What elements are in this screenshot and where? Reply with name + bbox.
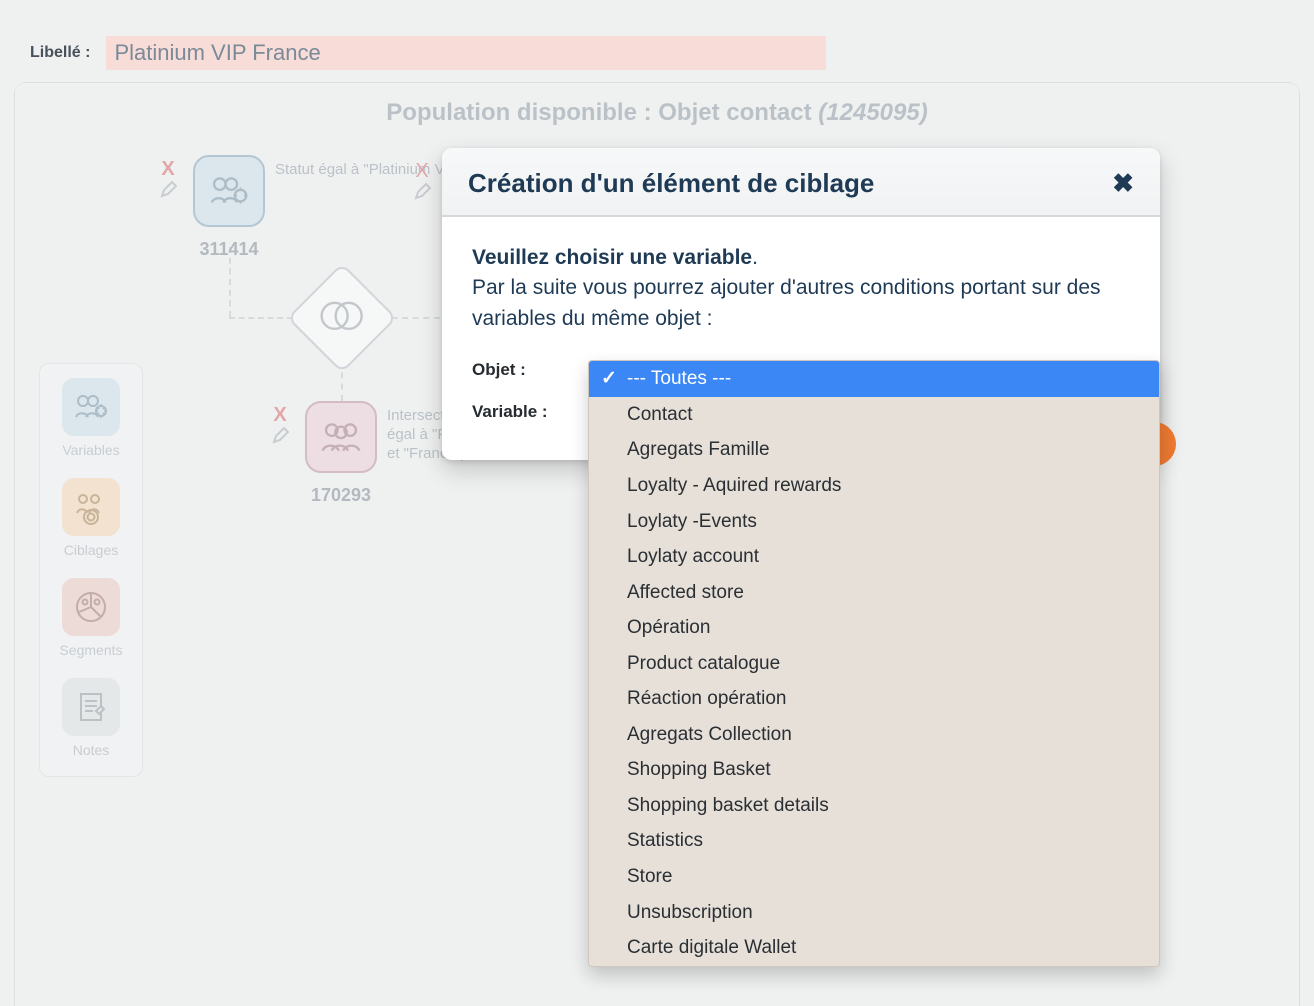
- dropdown-option[interactable]: Agregats Collection: [589, 717, 1159, 753]
- label-variable: Variable :: [472, 402, 568, 422]
- dropdown-option[interactable]: Carte digitale Wallet: [589, 930, 1159, 966]
- population-object: Objet contact: [658, 99, 811, 126]
- venn-icon: [317, 298, 367, 339]
- edit-node-button[interactable]: [413, 183, 431, 201]
- node-controls: X: [271, 405, 289, 445]
- modal-body: Veuillez choisir une variable. Par la su…: [442, 217, 1160, 460]
- modal-lead-strong: Veuillez choisir une variable: [472, 246, 752, 269]
- delete-node-button[interactable]: X: [273, 405, 286, 425]
- toolbox-label: Ciblages: [64, 542, 118, 558]
- pie-users-icon: [62, 578, 120, 636]
- modal-lead-rest: Par la suite vous pourrez ajouter d'autr…: [472, 276, 1101, 329]
- toolbox: Variables Ciblages Segments: [39, 363, 143, 777]
- close-icon[interactable]: ✖: [1112, 168, 1134, 199]
- dropdown-option[interactable]: Store: [589, 859, 1159, 895]
- dropdown-option[interactable]: Contact: [589, 397, 1159, 433]
- libelle-input[interactable]: [106, 36, 826, 70]
- toolbox-item-variables[interactable]: Variables: [62, 378, 120, 458]
- dropdown-option[interactable]: Loylaty -Events: [589, 504, 1159, 540]
- population-summary: Population disponible : Objet contact (1…: [15, 99, 1299, 127]
- dropdown-option[interactable]: Unsubscription: [589, 895, 1159, 931]
- node-controls: X: [159, 159, 177, 199]
- dropdown-option[interactable]: Shopping basket details: [589, 788, 1159, 824]
- toolbox-item-ciblages[interactable]: Ciblages: [62, 478, 120, 558]
- dropdown-option[interactable]: Réaction opération: [589, 681, 1159, 717]
- dropdown-option[interactable]: Loyalty - Aquired rewards: [589, 468, 1159, 504]
- node-controls: X: [413, 161, 431, 201]
- libelle-label: Libellé :: [30, 44, 90, 62]
- edit-node-button[interactable]: [271, 427, 289, 445]
- dropdown-option[interactable]: Product catalogue: [589, 646, 1159, 682]
- libelle-row: Libellé :: [30, 36, 826, 70]
- toolbox-item-segments[interactable]: Segments: [59, 578, 122, 658]
- note-icon: [62, 678, 120, 736]
- users-group-icon: [305, 401, 377, 473]
- modal-header: Création d'un élément de ciblage ✖: [442, 148, 1160, 217]
- dropdown-option[interactable]: --- Toutes ---: [589, 361, 1159, 397]
- node-variable-a[interactable]: X Statut égal à "Platinium VIP" 311414: [193, 155, 265, 260]
- users-gear-icon: [193, 155, 265, 227]
- dropdown-option[interactable]: Loylaty account: [589, 539, 1159, 575]
- toolbox-label: Variables: [62, 442, 119, 458]
- dropdown-option[interactable]: Affected store: [589, 575, 1159, 611]
- label-objet: Objet :: [472, 360, 568, 380]
- node-result-b[interactable]: X Intersection (Statut égal à "Platinium…: [305, 401, 377, 506]
- modal-form: Objet : Variable : --- Toutes ---Contact…: [472, 360, 1130, 422]
- dropdown-option[interactable]: Shopping Basket: [589, 752, 1159, 788]
- dropdown-option[interactable]: Opération: [589, 610, 1159, 646]
- intersection-node[interactable]: [303, 279, 381, 357]
- node-description: Statut égal à "Platinium VIP": [275, 161, 465, 180]
- toolbox-label: Segments: [59, 642, 122, 658]
- target-users-icon: [62, 478, 120, 536]
- node-count: 311414: [199, 239, 258, 260]
- population-prefix: Population disponible :: [386, 99, 658, 126]
- modal-title: Création d'un élément de ciblage: [468, 168, 874, 199]
- modal-lead: Veuillez choisir une variable. Par la su…: [472, 243, 1130, 334]
- dropdown-option[interactable]: Statistics: [589, 823, 1159, 859]
- objet-dropdown[interactable]: --- Toutes ---ContactAgregats FamilleLoy…: [588, 360, 1160, 966]
- delete-node-button[interactable]: X: [415, 161, 428, 181]
- edit-node-button[interactable]: [159, 181, 177, 199]
- create-targeting-modal: Création d'un élément de ciblage ✖ Veuil…: [442, 148, 1160, 460]
- node-count: 170293: [311, 485, 371, 506]
- users-gear-icon: [62, 378, 120, 436]
- delete-node-button[interactable]: X: [161, 159, 174, 179]
- population-count: (1245095): [818, 99, 927, 126]
- toolbox-item-notes[interactable]: Notes: [62, 678, 120, 758]
- dropdown-option[interactable]: Agregats Famille: [589, 432, 1159, 468]
- toolbox-label: Notes: [73, 742, 110, 758]
